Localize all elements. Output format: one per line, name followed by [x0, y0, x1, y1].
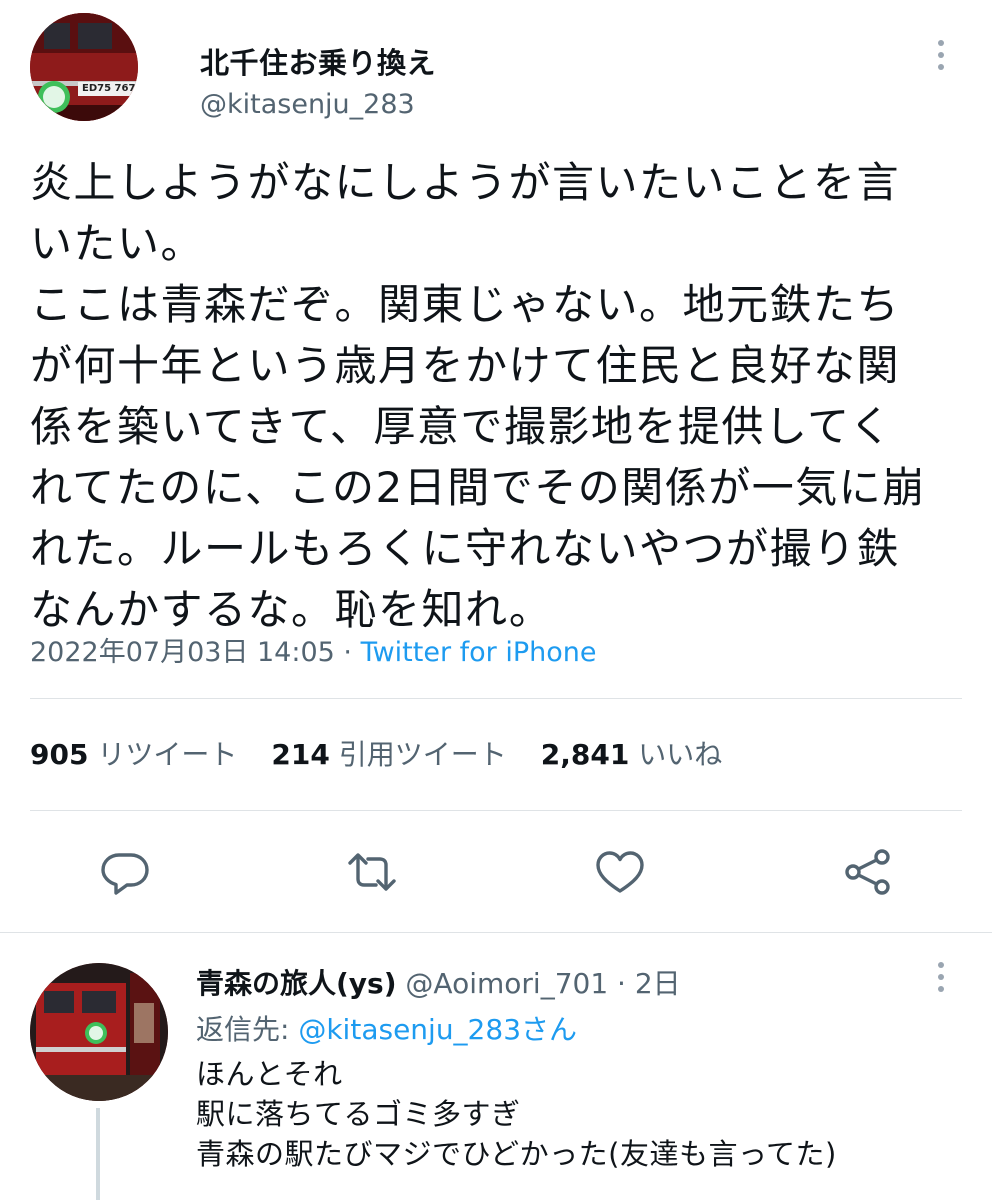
quotes-label: 引用ツイート	[338, 738, 507, 771]
train-photo-image	[30, 963, 168, 1101]
replying-to-mention[interactable]: @kitasenju_283さん	[298, 1013, 577, 1046]
tweet-meta: 2022年07月03日 14:05 · Twitter for iPhone	[30, 630, 597, 669]
reply-handle[interactable]: @Aoimori_701	[405, 967, 608, 1000]
train-photo-image	[30, 13, 138, 121]
section-divider	[0, 932, 992, 933]
author-display-name[interactable]: 北千住お乗り換え	[200, 40, 436, 82]
meta-separator: ·	[334, 637, 361, 668]
likes-stat[interactable]: 2,841 いいね	[541, 738, 723, 771]
divider	[30, 698, 962, 699]
reply-separator: ·	[608, 967, 635, 1000]
tweet-stats: 905 リツイート 214 引用ツイート 2,841 いいね	[30, 733, 756, 773]
divider	[30, 810, 962, 811]
reply-time[interactable]: 2日	[635, 967, 681, 1000]
likes-label: いいね	[638, 738, 723, 771]
tweet-timestamp[interactable]: 2022年07月03日 14:05	[30, 637, 335, 668]
author-avatar[interactable]: ED75 767	[30, 13, 138, 121]
replying-to: 返信先: @kitasenju_283さん	[196, 1008, 577, 1048]
retweet-icon[interactable]	[346, 846, 398, 898]
likes-count: 2,841	[540, 738, 630, 771]
tweet-source-link[interactable]: Twitter for iPhone	[361, 637, 597, 668]
reply-text: ほんとそれ 駅に落ちてるゴミ多すぎ 青森の駅たびマジでひどかった(友達も言ってた…	[196, 1057, 837, 1171]
retweets-label: リツイート	[97, 738, 238, 771]
reply-more-options-icon[interactable]	[934, 962, 948, 1002]
more-options-icon[interactable]	[934, 40, 948, 80]
reply-display-name[interactable]: 青森の旅人(ys)	[196, 967, 397, 1000]
retweets-count: 905	[30, 738, 89, 771]
thread-connector-line	[96, 1108, 100, 1200]
share-icon[interactable]	[842, 846, 894, 898]
author-handle[interactable]: @kitasenju_283	[200, 89, 415, 120]
reply-author-avatar[interactable]	[30, 963, 168, 1101]
retweets-stat[interactable]: 905 リツイート	[30, 738, 237, 771]
reply-icon[interactable]	[99, 846, 151, 898]
replying-to-label: 返信先:	[196, 1013, 299, 1046]
reply-header: 青森の旅人(ys) @Aoimori_701 · 2日	[196, 962, 681, 1002]
like-icon[interactable]	[594, 846, 646, 898]
avatar-plate-text: ED75 767	[82, 83, 136, 94]
tweet-text: 炎上しようがなにしようが言いたいことを言 いたい。 ここは青森だぞ。関東じゃない…	[30, 158, 926, 634]
quotes-count: 214	[271, 738, 330, 771]
quotes-stat[interactable]: 214 引用ツイート	[271, 738, 506, 771]
